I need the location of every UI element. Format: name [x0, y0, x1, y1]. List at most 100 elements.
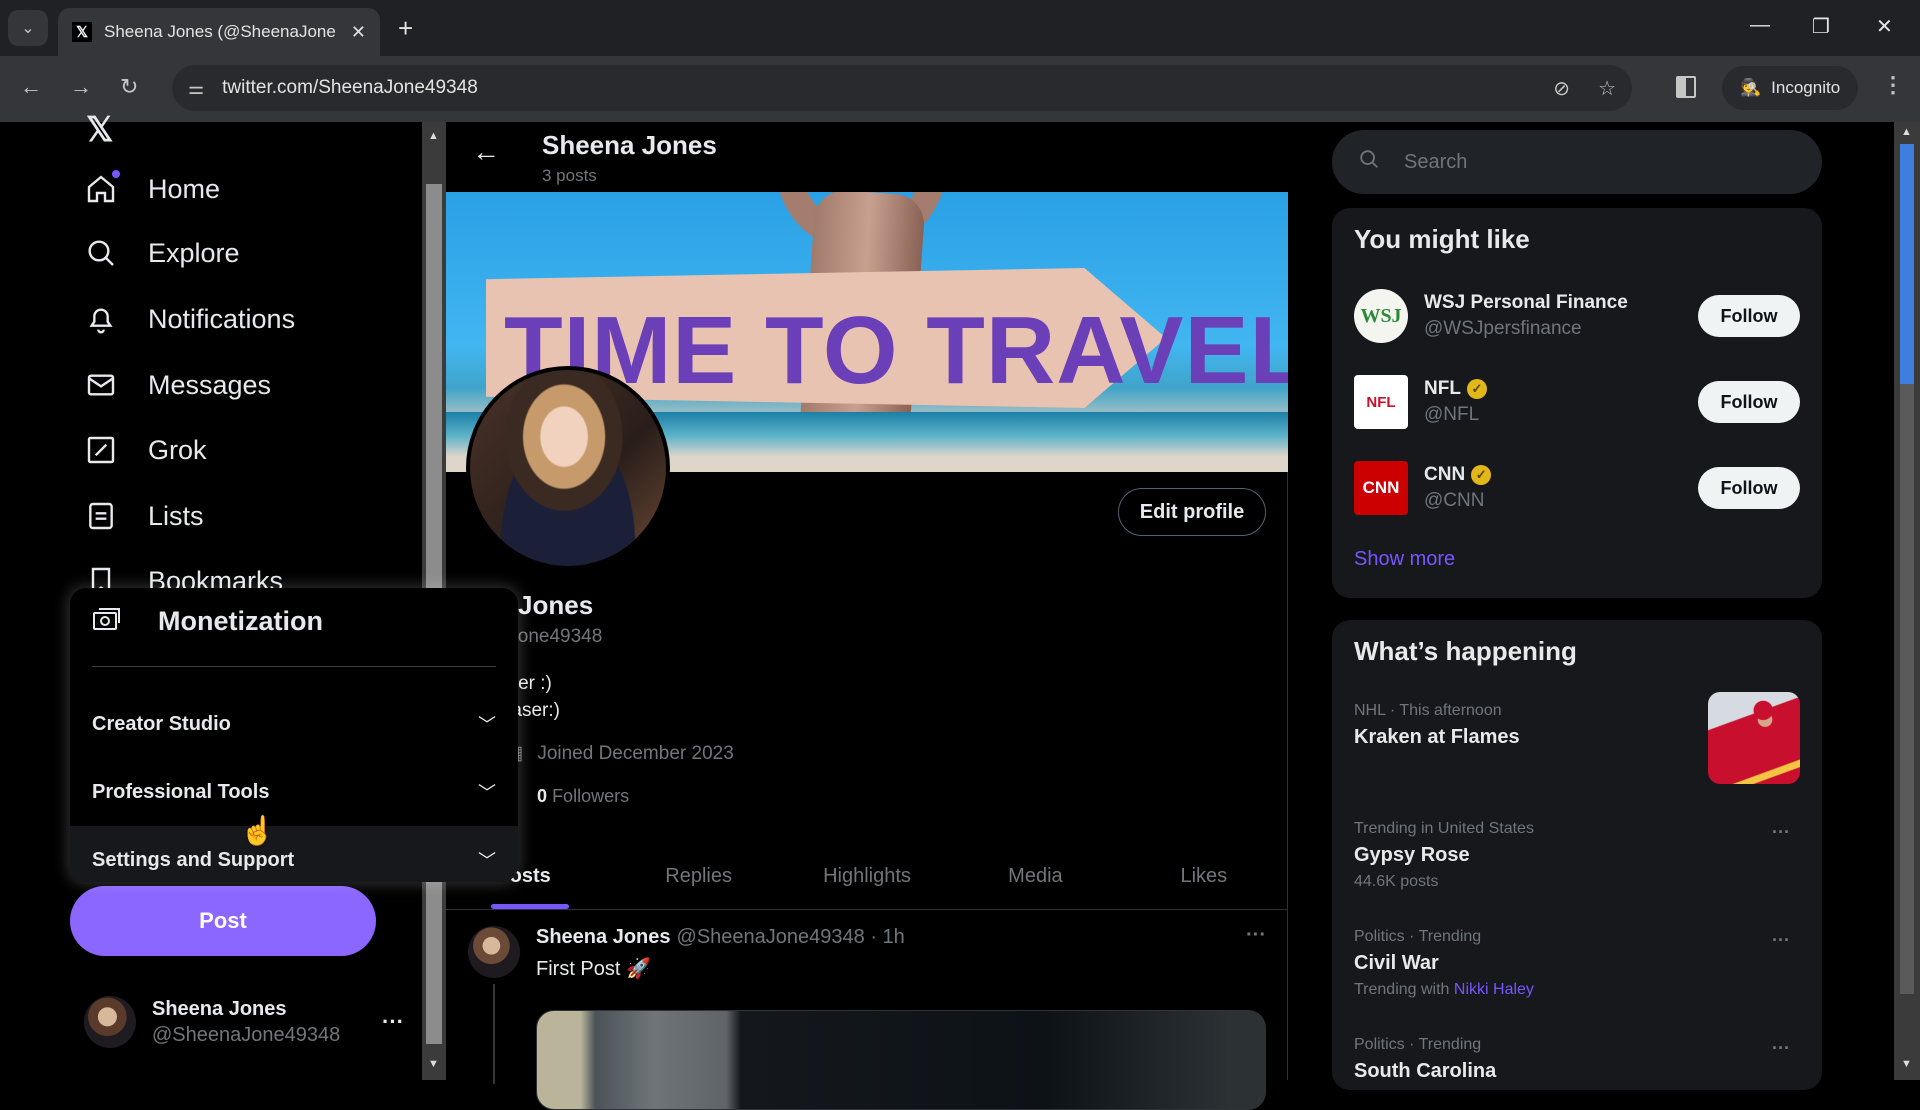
- follow-button[interactable]: Follow: [1698, 467, 1800, 509]
- close-tab-icon[interactable]: ✕: [351, 22, 366, 43]
- post-item[interactable]: Sheena Jones @SheenaJone49348 · 1h First…: [446, 910, 1288, 1110]
- x-logo-icon[interactable]: 𝕏: [86, 110, 113, 150]
- nav-notifications[interactable]: Notifications: [84, 294, 295, 344]
- back-icon[interactable]: ←: [20, 74, 42, 100]
- trend-category: Politics · Trending: [1354, 1036, 1482, 1053]
- header-name: Sheena Jones: [542, 130, 717, 160]
- hand-cursor-icon: ☝: [240, 815, 275, 846]
- post-more-icon[interactable]: ···: [1246, 924, 1266, 947]
- trend-item[interactable]: NHL · This afternoon Kraken at Flames: [1354, 692, 1800, 784]
- new-tab-button[interactable]: +: [398, 14, 413, 42]
- account-handle: @SheenaJone49348: [152, 1023, 341, 1046]
- tracking-protection-icon[interactable]: ⊘: [1553, 76, 1570, 101]
- search-box[interactable]: [1332, 130, 1822, 194]
- chevron-down-icon: ﹀: [478, 783, 496, 803]
- post-author[interactable]: Sheena Jones: [536, 926, 671, 949]
- trend-more-icon[interactable]: ···: [1772, 822, 1790, 843]
- scroll-down-icon[interactable]: ▼: [1901, 1058, 1912, 1070]
- trend-related-link[interactable]: Nikki Haley: [1454, 981, 1534, 998]
- site-info-icon[interactable]: ⚌: [188, 78, 204, 99]
- envelope-icon: [84, 368, 118, 402]
- trend-item[interactable]: Trending in United States Gypsy Rose 44.…: [1354, 820, 1800, 891]
- follow-suggestion[interactable]: WSJ WSJ Personal Finance @WSJpersfinance…: [1354, 286, 1800, 346]
- menu-item-creator-studio[interactable]: Creator Studio ﹀: [70, 690, 518, 758]
- reload-icon[interactable]: ↻: [120, 74, 138, 100]
- nav-grok[interactable]: Grok: [84, 425, 207, 475]
- thread-line: [493, 984, 495, 1084]
- suggestion-handle: @NFL: [1424, 404, 1480, 425]
- trend-category: Politics · Trending: [1354, 928, 1482, 945]
- nfl-logo: NFL: [1354, 375, 1408, 429]
- followers-link[interactable]: 0 Followers: [537, 786, 629, 807]
- more-icon[interactable]: ···: [382, 1009, 404, 1035]
- post-button[interactable]: Post: [70, 886, 376, 956]
- tab-replies[interactable]: Replies: [614, 844, 782, 909]
- scrollbar-track[interactable]: [1900, 384, 1914, 994]
- tab-media[interactable]: Media: [951, 844, 1119, 909]
- search-input[interactable]: [1404, 150, 1784, 174]
- verified-badge-icon: ✓: [1471, 465, 1492, 485]
- browser-tab[interactable]: 𝕏 Sheena Jones (@SheenaJone49 ✕: [58, 8, 380, 56]
- minimize-icon[interactable]: —: [1750, 14, 1770, 37]
- profile-avatar[interactable]: [466, 366, 670, 570]
- profile-header-bar: ← Sheena Jones 3 posts: [446, 122, 1288, 192]
- account-switcher[interactable]: Sheena Jones @SheenaJone49348 ···: [84, 988, 404, 1056]
- trend-context: Trending with: [1354, 981, 1450, 998]
- post-avatar[interactable]: [468, 926, 520, 978]
- show-more-link[interactable]: Show more: [1354, 548, 1455, 571]
- menu-item-settings-support[interactable]: Settings and Support ﹀: [70, 826, 518, 882]
- notification-dot: [112, 170, 120, 178]
- scroll-down-icon[interactable]: ▼: [428, 1058, 439, 1070]
- window-close-icon[interactable]: ✕: [1876, 14, 1893, 39]
- page-scrollbar[interactable]: ▲ ▼: [1894, 122, 1920, 1080]
- tab-likes[interactable]: Likes: [1120, 844, 1288, 909]
- nav-messages[interactable]: Messages: [84, 360, 271, 410]
- bell-icon: [84, 302, 118, 336]
- trend-more-icon[interactable]: ···: [1772, 930, 1790, 951]
- tab-highlights[interactable]: Highlights: [783, 844, 951, 909]
- back-arrow-icon[interactable]: ←: [472, 136, 500, 168]
- menu-item-professional-tools[interactable]: Professional Tools ﹀: [70, 758, 518, 826]
- edit-profile-button[interactable]: Edit profile: [1118, 488, 1266, 536]
- trend-item[interactable]: Politics · Trending South Carolina ···: [1354, 1036, 1800, 1083]
- follow-button[interactable]: Follow: [1698, 295, 1800, 337]
- url-text[interactable]: twitter.com/SheenaJone49348: [222, 77, 478, 99]
- bookmark-star-icon[interactable]: ☆: [1598, 76, 1616, 101]
- nav-explore[interactable]: Explore: [84, 228, 240, 278]
- home-icon: [84, 170, 120, 206]
- follow-button[interactable]: Follow: [1698, 381, 1800, 423]
- trend-item[interactable]: Politics · Trending Civil War Trending w…: [1354, 928, 1800, 999]
- x-favicon-icon: 𝕏: [72, 22, 92, 42]
- post-media[interactable]: [536, 1010, 1266, 1110]
- cnn-logo: CNN: [1354, 461, 1408, 515]
- scroll-up-icon[interactable]: ▲: [428, 130, 439, 142]
- tab-search-button[interactable]: ⌄: [8, 10, 48, 46]
- profile-tabs: osts Replies Highlights Media Likes: [446, 844, 1288, 910]
- restore-icon[interactable]: ❐: [1812, 14, 1830, 39]
- more-menu-popup: Monetization Creator Studio ﹀ Profession…: [70, 588, 518, 882]
- side-panel-icon[interactable]: [1676, 76, 1696, 98]
- card-title: You might like: [1354, 224, 1530, 254]
- joined-date: Joined December 2023: [537, 742, 734, 764]
- follow-suggestion[interactable]: CNN CNN ✓ @CNN Follow: [1354, 458, 1800, 518]
- menu-label: Settings and Support: [92, 848, 295, 871]
- suggestion-name: NFL: [1424, 378, 1461, 399]
- followers-count: 0: [537, 786, 548, 806]
- browser-menu-icon[interactable]: ⋮: [1882, 72, 1904, 98]
- suggestion-name: WSJ Personal Finance: [1424, 292, 1628, 313]
- forward-icon[interactable]: →: [70, 74, 92, 100]
- trend-more-icon[interactable]: ···: [1772, 1038, 1790, 1059]
- nav-home[interactable]: Home: [84, 164, 220, 214]
- money-icon: [92, 606, 122, 637]
- menu-item-monetization[interactable]: Monetization: [92, 606, 323, 637]
- profile-column: ← Sheena Jones 3 posts TIME TO TRAVEL Ed…: [446, 122, 1288, 1110]
- scroll-up-icon[interactable]: ▲: [1901, 126, 1912, 138]
- incognito-indicator[interactable]: 🕵 Incognito: [1722, 66, 1859, 110]
- address-bar[interactable]: ⚌ twitter.com/SheenaJone49348 ⊘ ☆: [172, 65, 1632, 111]
- nav-label: Lists: [148, 500, 204, 531]
- grok-icon: [84, 433, 118, 467]
- nav-lists[interactable]: Lists: [84, 491, 204, 541]
- trend-thumbnail: [1708, 692, 1800, 784]
- scrollbar-thumb[interactable]: [1900, 144, 1914, 384]
- follow-suggestion[interactable]: NFL NFL ✓ @NFL Follow: [1354, 372, 1800, 432]
